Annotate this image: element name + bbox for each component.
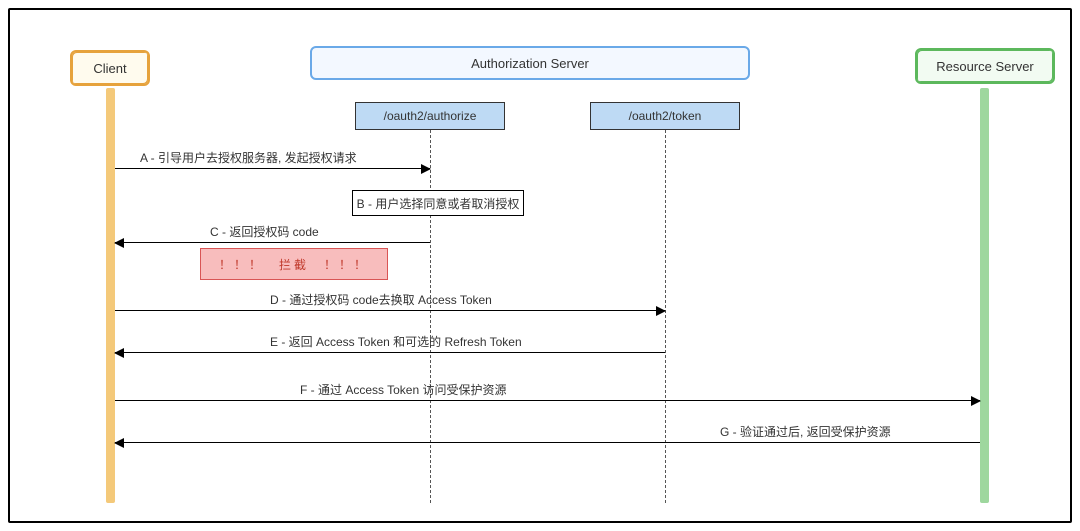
msg-g: G - 验证通过后, 返回受保护资源 xyxy=(720,423,891,442)
msg-e: E - 返回 Access Token 和可选的 Refresh Token xyxy=(270,333,522,352)
arrow-c xyxy=(115,242,430,243)
lifeline-resource xyxy=(980,88,989,503)
diagram-frame: Client Authorization Server Resource Ser… xyxy=(8,8,1072,523)
endpoint-authorize: /oauth2/authorize xyxy=(355,102,505,130)
actor-resource-server: Resource Server xyxy=(915,48,1055,84)
note-intercept: ！！！ 拦截 ！！！ xyxy=(200,248,388,280)
msg-a: A - 引导用户去授权服务器, 发起授权请求 xyxy=(140,149,357,168)
actor-client: Client xyxy=(70,50,150,86)
actor-authorization-server: Authorization Server xyxy=(310,46,750,80)
arrow-d xyxy=(115,310,665,311)
arrow-a xyxy=(115,168,430,169)
arrow-f xyxy=(115,400,980,401)
arrow-g xyxy=(115,442,980,443)
endpoint-token: /oauth2/token xyxy=(590,102,740,130)
msg-b: B - 用户选择同意或者取消授权 xyxy=(352,190,524,216)
msg-c: C - 返回授权码 code xyxy=(210,223,319,242)
arrow-e xyxy=(115,352,665,353)
msg-f: F - 通过 Access Token 访问受保护资源 xyxy=(300,381,506,400)
lifeline-authorize xyxy=(430,130,431,503)
msg-d: D - 通过授权码 code去换取 Access Token xyxy=(270,291,492,310)
lifeline-token xyxy=(665,130,666,503)
